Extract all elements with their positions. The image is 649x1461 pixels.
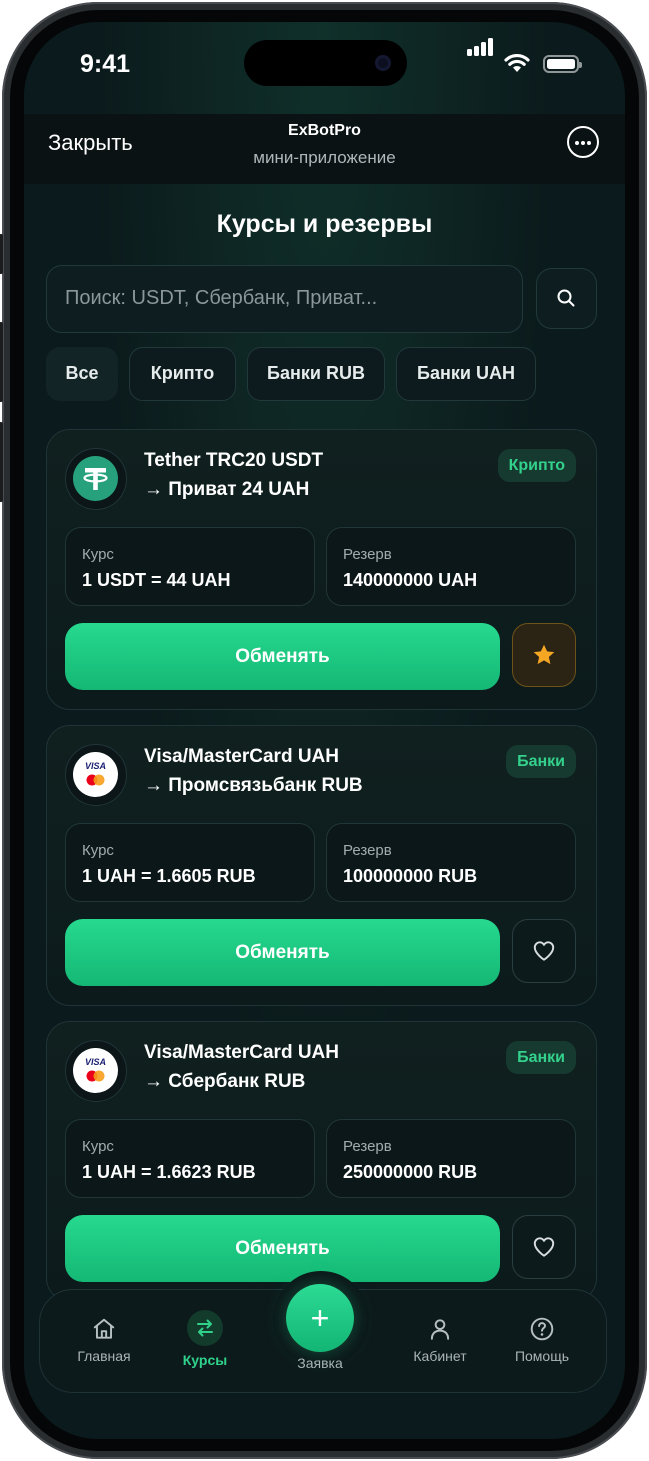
- search-input[interactable]: [65, 266, 505, 331]
- mini-app-header: Закрыть ExBotPro мини-приложение: [24, 114, 625, 184]
- rate-label: Курс: [82, 1138, 114, 1155]
- volume-down-button: [0, 422, 3, 502]
- exchange-card: Tether TRC20 USDT → Приват 24 UAH Крипто…: [46, 429, 597, 710]
- rate-box: Курс 1 UAH = 1.6623 RUB: [65, 1119, 315, 1198]
- visa-mastercard-icon: VISA: [73, 752, 118, 797]
- nav-cabinet[interactable]: Кабинет: [390, 1316, 490, 1364]
- user-icon: [430, 1319, 450, 1340]
- visa-mastercard-icon: VISA: [73, 1048, 118, 1093]
- dynamic-island: [244, 40, 407, 86]
- visa-mastercard-logo: VISA: [65, 1040, 127, 1102]
- currency-to: → Сбербанк RUB: [144, 1071, 306, 1092]
- star-icon: [533, 644, 555, 665]
- exchange-button[interactable]: Обменять: [65, 1215, 500, 1282]
- home-icon: [93, 1318, 115, 1339]
- filter-chip-banks-uah[interactable]: Банки UAH: [396, 347, 536, 401]
- visa-text: VISA: [84, 1057, 106, 1067]
- battery-icon: [543, 55, 582, 73]
- app-title: ExBotPro: [288, 122, 361, 139]
- reserve-value: 250000000 RUB: [343, 1162, 478, 1182]
- page-title: Курсы и резервы: [216, 210, 433, 238]
- reserve-box: Резерв 100000000 RUB: [326, 823, 576, 902]
- category-badge: Банки: [506, 745, 576, 778]
- plus-icon: +: [310, 1300, 330, 1336]
- nav-cabinet-label: Кабинет: [413, 1348, 467, 1364]
- reserve-value: 100000000 RUB: [343, 866, 478, 886]
- search-box: [46, 265, 523, 333]
- rate-label: Курс: [82, 546, 114, 563]
- rate-value: 1 USDT = 44 UAH: [82, 570, 231, 590]
- favorite-button[interactable]: [512, 1215, 576, 1279]
- favorite-button[interactable]: [512, 623, 576, 687]
- tether-logo: [65, 448, 127, 510]
- front-camera: [375, 55, 391, 71]
- favorite-button[interactable]: [512, 919, 576, 983]
- filter-chip-all[interactable]: Все: [46, 347, 118, 401]
- status-bar: 9:41: [24, 22, 625, 112]
- rate-value: 1 UAH = 1.6605 RUB: [82, 866, 256, 886]
- rate-value: 1 UAH = 1.6623 RUB: [82, 1162, 256, 1182]
- filter-chip-banks-rub[interactable]: Банки RUB: [247, 347, 385, 401]
- heart-icon: [533, 1237, 555, 1257]
- visa-mastercard-logo: VISA: [65, 744, 127, 806]
- nav-help-label: Помощь: [514, 1348, 570, 1364]
- wifi-icon: [504, 53, 530, 72]
- currency-to: → Промсвязьбанк RUB: [144, 775, 363, 796]
- rate-box: Курс 1 USDT = 44 UAH: [65, 527, 315, 606]
- screen: 9:41 Закрыть ExBotPro мини-приложение Ку…: [24, 22, 625, 1439]
- nav-rates-label: Курсы: [182, 1352, 228, 1368]
- category-badge: Крипто: [497, 449, 576, 482]
- currency-from: Visa/MasterCard UAH: [144, 746, 340, 767]
- more-options-icon[interactable]: [567, 126, 599, 158]
- heart-icon: [533, 941, 555, 961]
- action-button: [0, 234, 3, 274]
- reserve-box: Резерв 250000000 RUB: [326, 1119, 576, 1198]
- nav-rates[interactable]: Курсы: [155, 1310, 255, 1368]
- nav-home-label: Главная: [77, 1348, 131, 1364]
- currency-from: Tether TRC20 USDT: [144, 450, 324, 471]
- rate-box: Курс 1 UAH = 1.6605 RUB: [65, 823, 315, 902]
- new-order-button[interactable]: +: [286, 1284, 354, 1352]
- nav-order-label: Заявка: [297, 1355, 343, 1371]
- exchange-button[interactable]: Обменять: [65, 623, 500, 690]
- currency-from: Visa/MasterCard UAH: [144, 1042, 340, 1063]
- currency-to: → Приват 24 UAH: [144, 479, 310, 500]
- filter-chip-crypto[interactable]: Крипто: [129, 347, 236, 401]
- visa-text: VISA: [84, 761, 106, 771]
- app-subtitle: мини-приложение: [253, 148, 396, 167]
- help-icon: [530, 1317, 554, 1341]
- tether-icon: [73, 456, 118, 501]
- search-icon: [557, 289, 575, 307]
- volume-up-button: [0, 322, 3, 402]
- exchange-card: VISA Visa/MasterCard UAH → Сбербанк RUB …: [46, 1021, 597, 1302]
- reserve-label: Резерв: [343, 546, 392, 563]
- rate-label: Курс: [82, 842, 114, 859]
- exchange-button[interactable]: Обменять: [65, 919, 500, 986]
- nav-rates-icon-wrap: [187, 1310, 223, 1346]
- reserve-label: Резерв: [343, 842, 392, 859]
- search-button[interactable]: [536, 268, 597, 329]
- reserve-box: Резерв 140000000 UAH: [326, 527, 576, 606]
- reserve-label: Резерв: [343, 1138, 392, 1155]
- reserve-value: 140000000 UAH: [343, 570, 478, 590]
- status-time: 9:41: [80, 50, 131, 78]
- exchange-card: VISA Visa/MasterCard UAH → Промсвязьбанк…: [46, 725, 597, 1006]
- nav-help[interactable]: Помощь: [492, 1316, 592, 1364]
- category-badge: Банки: [506, 1041, 576, 1074]
- nav-home[interactable]: Главная: [54, 1316, 154, 1364]
- exchange-arrows-icon: [197, 1319, 213, 1337]
